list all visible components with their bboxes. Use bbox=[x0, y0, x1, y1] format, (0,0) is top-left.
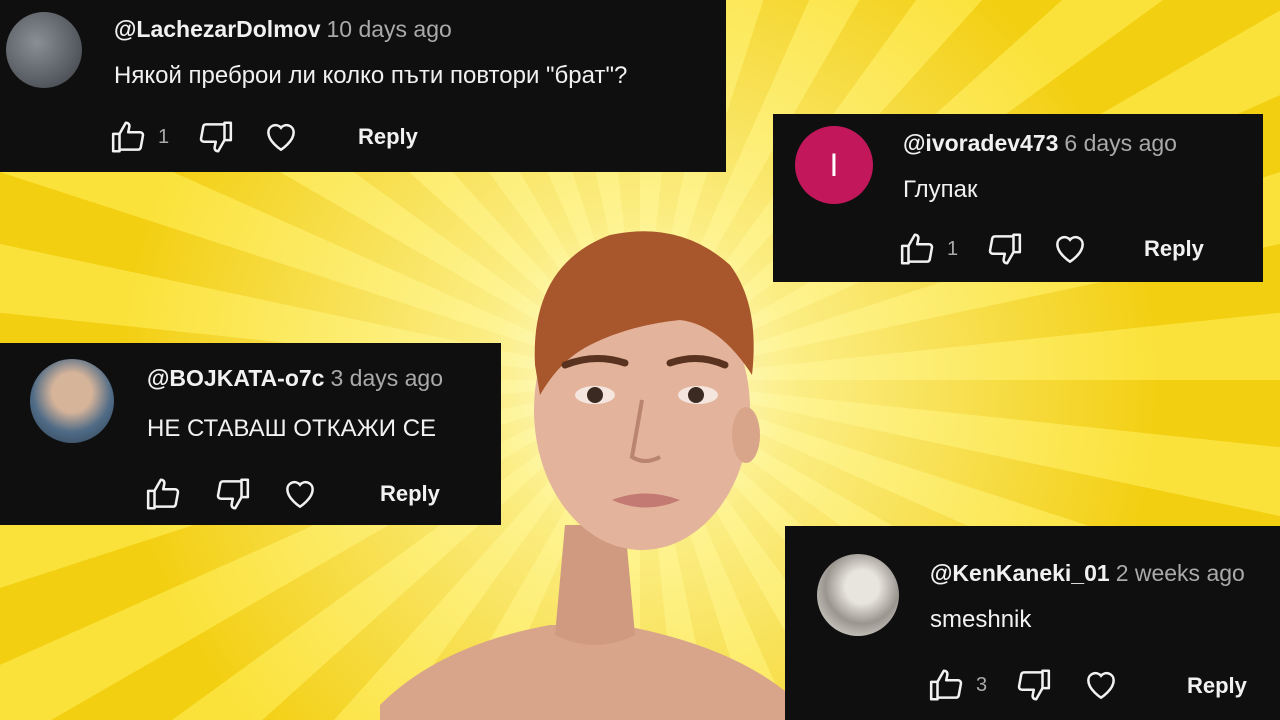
like-count: 1 bbox=[158, 125, 170, 148]
comment-card: @KenKaneki_01 2 weeks ago smeshnik 3 Repl… bbox=[785, 526, 1280, 720]
heart-icon[interactable] bbox=[262, 118, 300, 156]
thumbs-down-icon[interactable] bbox=[985, 230, 1023, 268]
comment-header: @LachezarDolmov 10 days ago bbox=[114, 16, 452, 43]
comment-text: smeshnik bbox=[930, 606, 1032, 633]
comment-card: @BOJKATA-o7c 3 days ago НЕ СТАВАШ ОТКАЖИ … bbox=[0, 343, 501, 525]
comment-actions: 1 bbox=[899, 230, 1089, 268]
thumbs-up-icon[interactable] bbox=[899, 230, 937, 268]
thumbs-up-icon[interactable] bbox=[145, 475, 183, 513]
reply-button[interactable]: Reply bbox=[358, 124, 418, 150]
comment-header: @KenKaneki_01 2 weeks ago bbox=[930, 560, 1245, 587]
like-count: 3 bbox=[976, 673, 988, 696]
comment-actions: 3 bbox=[928, 666, 1120, 704]
comment-header: @BOJKATA-o7c 3 days ago bbox=[147, 365, 443, 392]
comment-actions bbox=[145, 475, 319, 513]
reply-button[interactable]: Reply bbox=[380, 481, 440, 507]
comment-time[interactable]: 2 weeks ago bbox=[1116, 560, 1245, 586]
like-count: 1 bbox=[947, 237, 959, 260]
comment-time[interactable]: 3 days ago bbox=[330, 365, 443, 391]
avatar[interactable] bbox=[6, 12, 82, 88]
comment-card: @LachezarDolmov 10 days ago Някой преброи… bbox=[0, 0, 726, 172]
comment-card: I @ivoradev473 6 days ago Глупак 1 Reply bbox=[773, 114, 1263, 282]
avatar[interactable]: I bbox=[795, 126, 873, 204]
comment-text: НЕ СТАВАШ ОТКАЖИ СЕ bbox=[147, 415, 437, 442]
comment-header: @ivoradev473 6 days ago bbox=[903, 130, 1177, 157]
heart-icon[interactable] bbox=[1082, 666, 1120, 704]
thumbs-down-icon[interactable] bbox=[196, 118, 234, 156]
heart-icon[interactable] bbox=[1051, 230, 1089, 268]
thumbs-down-icon[interactable] bbox=[1014, 666, 1052, 704]
avatar-letter: I bbox=[829, 146, 839, 183]
reply-button[interactable]: Reply bbox=[1187, 673, 1247, 699]
comment-text: Някой преброи ли колко пъти повтори "бра… bbox=[114, 62, 628, 89]
comment-time[interactable]: 6 days ago bbox=[1064, 130, 1177, 156]
comment-handle[interactable]: @ivoradev473 bbox=[903, 130, 1058, 156]
heart-icon[interactable] bbox=[281, 475, 319, 513]
thumbs-up-icon[interactable] bbox=[110, 118, 148, 156]
comment-handle[interactable]: @BOJKATA-o7c bbox=[147, 365, 324, 391]
thumbs-down-icon[interactable] bbox=[213, 475, 251, 513]
comment-time[interactable]: 10 days ago bbox=[326, 16, 451, 42]
thumbs-up-icon[interactable] bbox=[928, 666, 966, 704]
comment-handle[interactable]: @KenKaneki_01 bbox=[930, 560, 1110, 586]
comment-actions: 1 bbox=[110, 118, 300, 156]
avatar[interactable] bbox=[30, 359, 114, 443]
comment-text: Глупак bbox=[903, 176, 978, 203]
comment-handle[interactable]: @LachezarDolmov bbox=[114, 16, 320, 42]
reply-button[interactable]: Reply bbox=[1144, 236, 1204, 262]
avatar[interactable] bbox=[817, 554, 899, 636]
